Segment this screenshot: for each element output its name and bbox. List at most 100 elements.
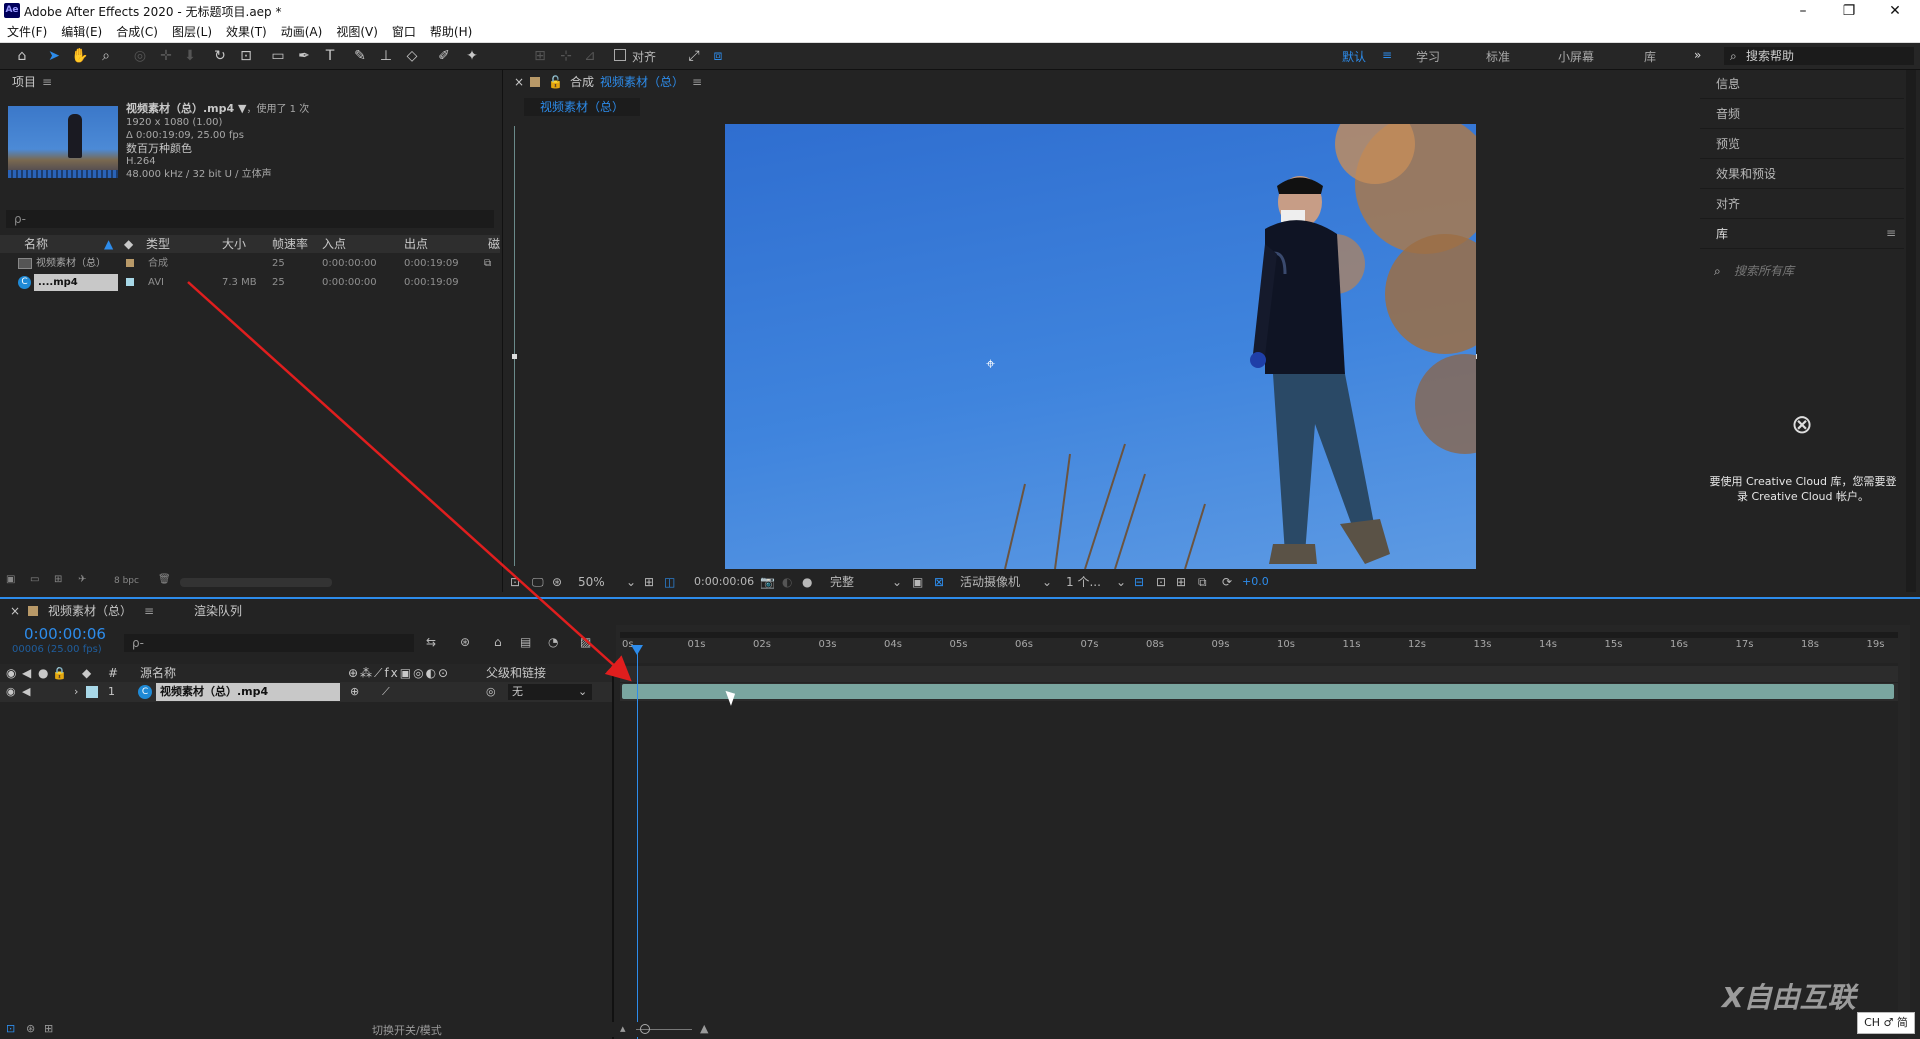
view-axis-icon[interactable]: ⊿ [580, 47, 600, 65]
type-tool-icon[interactable]: T [320, 47, 340, 65]
selection-tool-icon[interactable]: ➤ [44, 47, 64, 65]
chevron-down-icon[interactable]: ⌄ [1042, 570, 1052, 594]
menu-edit[interactable]: 编辑(E) [54, 22, 109, 42]
col-fps[interactable]: 帧速率 [272, 235, 308, 253]
restore-button[interactable]: ❐ [1826, 0, 1872, 22]
snap-extend-icon[interactable]: ⧈ [708, 47, 728, 65]
new-folder-icon[interactable]: ▭ [30, 574, 39, 585]
exposure-value[interactable]: +0.0 [1242, 570, 1269, 594]
orbit-tool-icon[interactable]: ◎ [130, 47, 150, 65]
library-search-input[interactable]: ⌕ 搜索所有库 [1708, 260, 1894, 282]
time-ruler[interactable]: 0s 01s 02s 03s 04s 05s 06s 07s 08s 09s 10s 11s 12s 13… [616, 625, 1898, 663]
anchor-tool-icon[interactable]: ⊡ [236, 47, 256, 65]
draft-3d-icon[interactable]: ⊛ [460, 635, 470, 649]
workspace-standard[interactable]: 标准 [1486, 48, 1510, 65]
region-of-interest-icon[interactable]: ▣ [912, 570, 923, 594]
zoom-in-icon[interactable]: ▲ [700, 1022, 708, 1035]
toggle-pixel-icon[interactable]: ⊟ [1134, 570, 1144, 594]
zoom-slider-thumb[interactable] [640, 1024, 650, 1034]
in-out-icon[interactable]: ⊞ [44, 1022, 53, 1035]
close-button[interactable]: ✕ [1872, 0, 1918, 22]
new-composition-icon[interactable]: ⊞ [54, 574, 62, 585]
render-queue-tab[interactable]: 渲染队列 [194, 599, 242, 623]
close-tab-icon[interactable]: × [10, 599, 20, 623]
hand-tool-icon[interactable]: ✋ [70, 47, 90, 65]
world-axis-icon[interactable]: ⊹ [556, 47, 576, 65]
toggle-switches-modes[interactable]: 切换开关/模式 [372, 1022, 442, 1038]
flowchart-icon[interactable]: ⧉ [484, 254, 491, 273]
expand-chevron-icon[interactable]: › [74, 682, 78, 702]
work-area-bar[interactable] [620, 632, 1898, 638]
panel-menu-icon[interactable]: ≡ [144, 599, 154, 623]
right-panel-scrollbar[interactable] [1906, 70, 1916, 592]
zoom-out-icon[interactable]: ▴ [620, 1022, 626, 1035]
panel-menu-icon[interactable]: ≡ [692, 70, 702, 94]
snap-options-icon[interactable]: ⤢ [684, 47, 704, 65]
col-tape[interactable]: 磁 [488, 235, 500, 253]
minimize-button[interactable]: – [1780, 0, 1826, 22]
workspace-libraries[interactable]: 库 [1644, 48, 1656, 65]
ime-indicator[interactable]: CH ♂ 简 [1857, 1012, 1915, 1034]
display-icon[interactable]: 🖵 [532, 570, 544, 594]
workspace-overflow-icon[interactable]: » [1694, 48, 1701, 62]
workspace-default[interactable]: 默认 [1342, 48, 1366, 65]
audio-toggle-icon[interactable]: ◀ [22, 682, 30, 702]
menu-layer[interactable]: 图层(L) [165, 22, 219, 42]
project-search-input[interactable]: ρ- [6, 210, 494, 228]
audio-panel-tab[interactable]: 音频 [1700, 100, 1904, 129]
rectangle-tool-icon[interactable]: ▭ [268, 47, 288, 65]
col-in[interactable]: 入点 [322, 235, 346, 253]
project-item-row[interactable]: 视频素材（总） 合成 25 0:00:00:00 0:00:19:09 ⧉ [0, 254, 500, 273]
graph-editor-icon[interactable]: ▨ [580, 635, 591, 649]
panel-menu-icon[interactable]: ≡ [1886, 226, 1896, 240]
composition-tab[interactable]: 视频素材（总） [524, 98, 640, 116]
bit-depth-button[interactable]: 8 bpc [114, 576, 139, 586]
comp-mini-flowchart-icon[interactable]: ⇆ [426, 635, 436, 649]
layer-row[interactable]: ◉ ◀ › 1 C 视频素材（总）.mp4 ⊕ ⟋ ◎ 无 ⌄ [0, 682, 612, 702]
workspace-small-screen[interactable]: 小屏幕 [1558, 48, 1594, 65]
anchor-point-icon[interactable]: ⌖ [986, 354, 995, 374]
audio-toggle-icon[interactable]: ◀ [22, 664, 31, 682]
pen-tool-icon[interactable]: ✒ [294, 47, 314, 65]
quality-switch-icon[interactable]: ⟋ [382, 682, 390, 702]
views-select[interactable]: 1 个... [1066, 570, 1101, 594]
project-scrollbar[interactable] [180, 578, 332, 587]
composition-name[interactable]: 视频素材（总） [600, 70, 684, 94]
project-item-row[interactable]: C ....mp4 AVI 7.3 MB 25 0:00:00:00 0:00:… [0, 273, 500, 292]
footage-name[interactable]: 视频素材（总）.mp4 ▼ [126, 102, 246, 115]
safe-zones-icon[interactable]: ◫ [664, 570, 675, 594]
menu-animation[interactable]: 动画(A) [274, 22, 330, 42]
lock-icon[interactable]: 🔒 [52, 664, 67, 682]
viewer-timecode[interactable]: 0:00:00:06 [694, 570, 754, 594]
chevron-down-icon[interactable]: ⌄ [626, 570, 636, 594]
color-channels-icon[interactable]: ● [802, 570, 812, 594]
snap-checkbox[interactable] [614, 49, 626, 61]
dolly-tool-icon[interactable]: ⬇ [180, 47, 200, 65]
align-panel-tab[interactable]: 对齐 [1700, 190, 1904, 219]
col-out[interactable]: 出点 [404, 235, 428, 253]
menu-view[interactable]: 视图(V) [329, 22, 385, 42]
adjust-settings-icon[interactable]: ✈ [78, 574, 86, 585]
layer-label-swatch[interactable] [86, 686, 98, 698]
puppet-tool-icon[interactable]: ✦ [462, 47, 482, 65]
chevron-down-icon[interactable]: ⌄ [578, 682, 587, 702]
chevron-down-icon[interactable]: ⌄ [1116, 570, 1126, 594]
show-snapshot-icon[interactable]: ◐ [782, 570, 792, 594]
playhead-line[interactable] [637, 651, 638, 1039]
panel-menu-icon[interactable]: ≡ [42, 75, 52, 89]
menu-window[interactable]: 窗口 [385, 22, 423, 42]
zoom-select[interactable]: 50% [578, 570, 605, 594]
workspace-menu-icon[interactable]: ≡ [1382, 48, 1392, 62]
pan-tool-icon[interactable]: ✛ [156, 47, 176, 65]
timeline-timecode[interactable]: 0:00:00:06 [24, 625, 106, 643]
pickwhip-icon[interactable]: ◎ [486, 682, 496, 702]
shy-switch-icon[interactable]: ⊕ [350, 682, 359, 702]
interpret-footage-icon[interactable]: ▣ [6, 574, 15, 585]
libraries-panel-tab[interactable]: 库 [1700, 220, 1904, 249]
lock-icon[interactable]: 🔓 [548, 70, 563, 94]
menu-help[interactable]: 帮助(H) [423, 22, 479, 42]
shy-layers-icon[interactable]: ⌂ [494, 635, 502, 649]
snapshot-icon[interactable]: 📷 [760, 570, 775, 594]
layer-switches-icon[interactable]: ⊡ [6, 1022, 15, 1035]
trash-icon[interactable]: 🗑 [158, 574, 171, 585]
